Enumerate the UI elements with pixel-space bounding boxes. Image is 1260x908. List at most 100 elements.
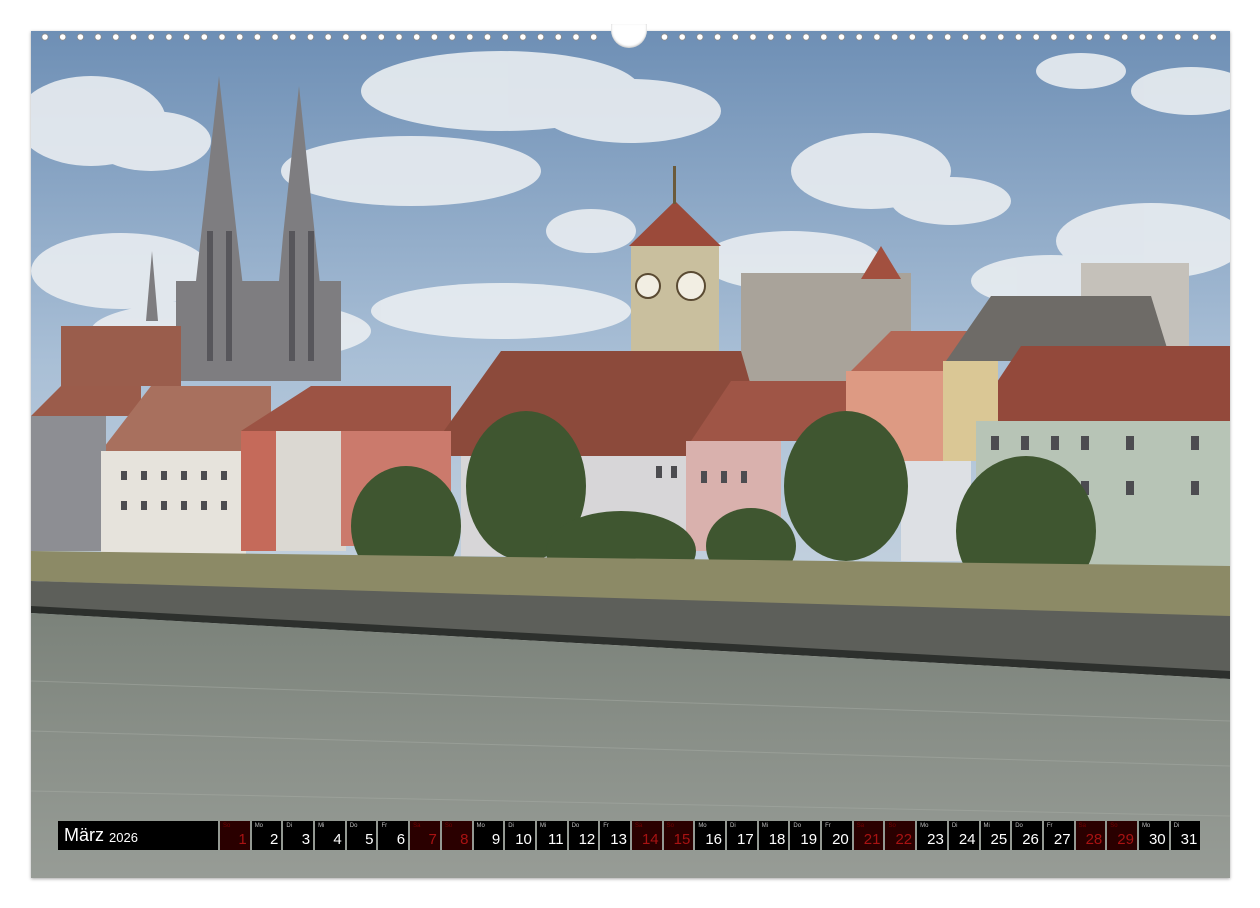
binding-hole xyxy=(749,33,757,41)
day-number: 27 xyxy=(1053,831,1071,848)
binding-hole xyxy=(961,33,970,41)
binding-hole xyxy=(590,33,598,41)
weekday-label: Mo xyxy=(698,823,707,829)
binding-hole xyxy=(820,33,828,41)
day-cell: Mi 18 xyxy=(758,821,789,850)
binding-hole xyxy=(466,33,474,41)
weekday-label: Do xyxy=(349,823,358,829)
weekday-label: Mo xyxy=(920,823,929,829)
weekday-label: So xyxy=(666,823,674,829)
day-cell: Sa 7 xyxy=(410,821,440,850)
weekday-label: Mi xyxy=(539,823,547,829)
day-number: 4 xyxy=(333,831,342,848)
weekday-label: Di xyxy=(951,823,958,829)
day-number: 5 xyxy=(365,831,374,848)
weekday-label: Mo xyxy=(254,823,264,829)
binding-hole xyxy=(59,33,67,41)
date-strip: März 2026 So 1 Mo 2 Di 3 Mi 4 Do 5 Fr 6 Sa 7 So 8 Mo 9 Di 1… xyxy=(58,821,1201,850)
binding-hole xyxy=(979,33,987,41)
binding-hole xyxy=(1209,33,1217,41)
binding-hole xyxy=(1138,33,1147,41)
binding-hole xyxy=(129,33,138,41)
binding-hole xyxy=(767,33,775,41)
day-number: 20 xyxy=(832,831,849,848)
day-number: 26 xyxy=(1022,831,1039,848)
binding-hole xyxy=(41,33,49,41)
day-cell: So 15 xyxy=(663,821,694,850)
weekday-label: Fr xyxy=(825,823,831,829)
binding-hole xyxy=(855,33,863,41)
day-number: 9 xyxy=(491,831,501,848)
binding-hole xyxy=(377,33,385,41)
day-number: 18 xyxy=(768,831,786,848)
binding-hole xyxy=(112,33,120,41)
day-number: 2 xyxy=(270,831,279,848)
weekday-label: So xyxy=(888,823,896,829)
binding-hole xyxy=(890,33,899,41)
weekday-label: Mi xyxy=(761,823,769,829)
binding-hole xyxy=(271,33,279,41)
binding-hole xyxy=(359,33,368,41)
weekday-label: Sa xyxy=(413,823,421,829)
day-number: 17 xyxy=(737,831,754,848)
day-number: 16 xyxy=(705,831,722,848)
weekday-label: Do xyxy=(1015,823,1023,829)
day-cell: Di 31 xyxy=(1170,821,1201,850)
month-year: 2026 xyxy=(109,829,138,845)
day-number: 14 xyxy=(641,831,659,848)
weekday-label: Sa xyxy=(856,823,865,829)
day-cell: Sa 21 xyxy=(853,821,884,850)
binding-hole xyxy=(218,33,226,41)
binding-hole xyxy=(572,33,580,41)
binding-hole xyxy=(165,33,173,41)
day-cell: Mo 23 xyxy=(917,821,947,850)
day-number: 29 xyxy=(1117,831,1134,848)
weekday-label: Di xyxy=(508,823,514,829)
binding-hole xyxy=(306,33,315,41)
binding-hole xyxy=(430,33,438,41)
binding-hole xyxy=(342,33,350,41)
binding-hole xyxy=(731,33,739,41)
binding-hole xyxy=(1103,33,1111,41)
day-number: 19 xyxy=(800,831,818,848)
day-number: 7 xyxy=(428,831,437,848)
day-number: 1 xyxy=(238,831,247,848)
weekday-label: Di xyxy=(286,823,293,829)
binding-hole xyxy=(1068,33,1076,41)
day-cell: Di 17 xyxy=(727,821,757,850)
day-cell: Fr 20 xyxy=(822,821,852,850)
binding-hole xyxy=(802,33,810,41)
binding-hole xyxy=(1191,33,1200,41)
binding-hole xyxy=(448,33,456,41)
day-cell: Do 26 xyxy=(1012,821,1042,850)
binding-hole xyxy=(1014,33,1023,41)
day-cell: Di 24 xyxy=(948,821,979,850)
weekday-label: Mi xyxy=(318,823,325,829)
binding-hole xyxy=(289,33,297,41)
binding-hole xyxy=(997,33,1005,41)
day-cell: Fr 6 xyxy=(378,821,409,850)
weekday-label: Do xyxy=(793,823,802,829)
weekday-label: Di xyxy=(1173,823,1180,829)
day-number: 31 xyxy=(1180,831,1198,848)
binding-hole xyxy=(200,33,208,41)
weekday-label: Fr xyxy=(381,823,388,829)
day-cell: Do 12 xyxy=(568,821,599,850)
binding-hole xyxy=(483,33,492,41)
weekday-label: Do xyxy=(571,823,580,829)
binding-hole xyxy=(94,33,102,41)
day-cell: Fr 13 xyxy=(600,821,630,850)
day-cell: So 8 xyxy=(441,821,472,850)
day-number: 24 xyxy=(958,831,976,848)
binding-hole xyxy=(1121,33,1129,41)
binding-hole xyxy=(147,33,155,41)
binding-hole xyxy=(1050,33,1058,41)
binding-hole xyxy=(926,33,934,41)
day-number: 23 xyxy=(927,831,944,848)
binding-hole xyxy=(660,33,669,41)
day-number: 22 xyxy=(895,831,913,848)
day-cell: Mo 2 xyxy=(251,821,282,850)
binding-hole xyxy=(837,33,846,41)
day-cell: Mi 11 xyxy=(536,821,567,850)
day-number: 3 xyxy=(301,831,311,848)
